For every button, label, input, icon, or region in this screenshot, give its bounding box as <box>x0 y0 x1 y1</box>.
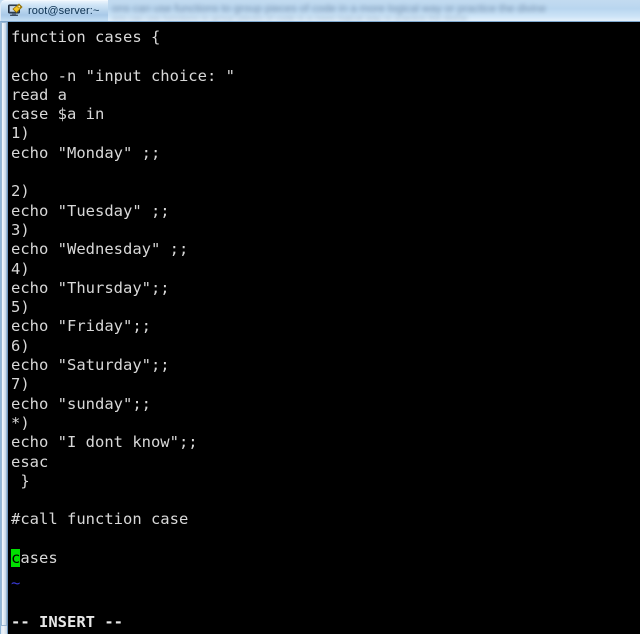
terminal-line: 5) <box>11 298 30 317</box>
terminal-line: 2) <box>11 182 30 201</box>
terminal-line: echo -n "input choice: " <box>11 66 235 85</box>
terminal-line: echo "sunday";; <box>11 394 151 413</box>
terminal-line: echo "Monday" ;; <box>11 143 161 162</box>
terminal-scrollbar[interactable] <box>1 22 8 634</box>
terminal-screen[interactable]: function cases { echo -n "input choice: … <box>9 23 640 634</box>
terminal-line: echo "I dont know";; <box>11 433 198 452</box>
scrollbar-thumb[interactable] <box>1 22 7 626</box>
window-titlebar[interactable]: root@server:~ <box>0 0 108 21</box>
terminal-line: echo "Wednesday" ;; <box>11 240 189 259</box>
terminal-line: echo "Tuesday" ;; <box>11 201 170 220</box>
terminal-line: 7) <box>11 375 30 394</box>
terminal-line: echo "Thursday";; <box>11 278 170 297</box>
terminal-line: 6) <box>11 336 30 355</box>
terminal-text-area: function cases { echo -n "input choice: … <box>11 28 639 568</box>
terminal-line: case $a in <box>11 105 105 124</box>
putty-window: root@server:~ function cases { echo -n "… <box>0 0 640 634</box>
vim-empty-line-marker: ~ <box>11 574 21 593</box>
terminal-line: echo "Saturday";; <box>11 356 170 375</box>
terminal-line: *) <box>11 413 30 432</box>
terminal-line: read a <box>11 85 67 104</box>
terminal-line: } <box>11 471 30 490</box>
terminal-line: esac <box>11 452 49 471</box>
terminal-footer-area: ~ -- INSERT -- <box>11 555 639 632</box>
screenshot-root: ons can use functions to group pieces of… <box>0 0 640 634</box>
terminal-line: #call function case <box>11 510 189 529</box>
terminal-line: function cases { <box>11 28 161 46</box>
putty-terminal-icon <box>7 3 23 19</box>
terminal-line: 3) <box>11 220 30 239</box>
vim-status-line: -- INSERT -- <box>11 612 123 631</box>
terminal-line: 4) <box>11 259 30 278</box>
terminal-line: echo "Friday";; <box>11 317 151 336</box>
terminal-line: 1) <box>11 124 30 143</box>
window-title: root@server:~ <box>28 5 100 17</box>
